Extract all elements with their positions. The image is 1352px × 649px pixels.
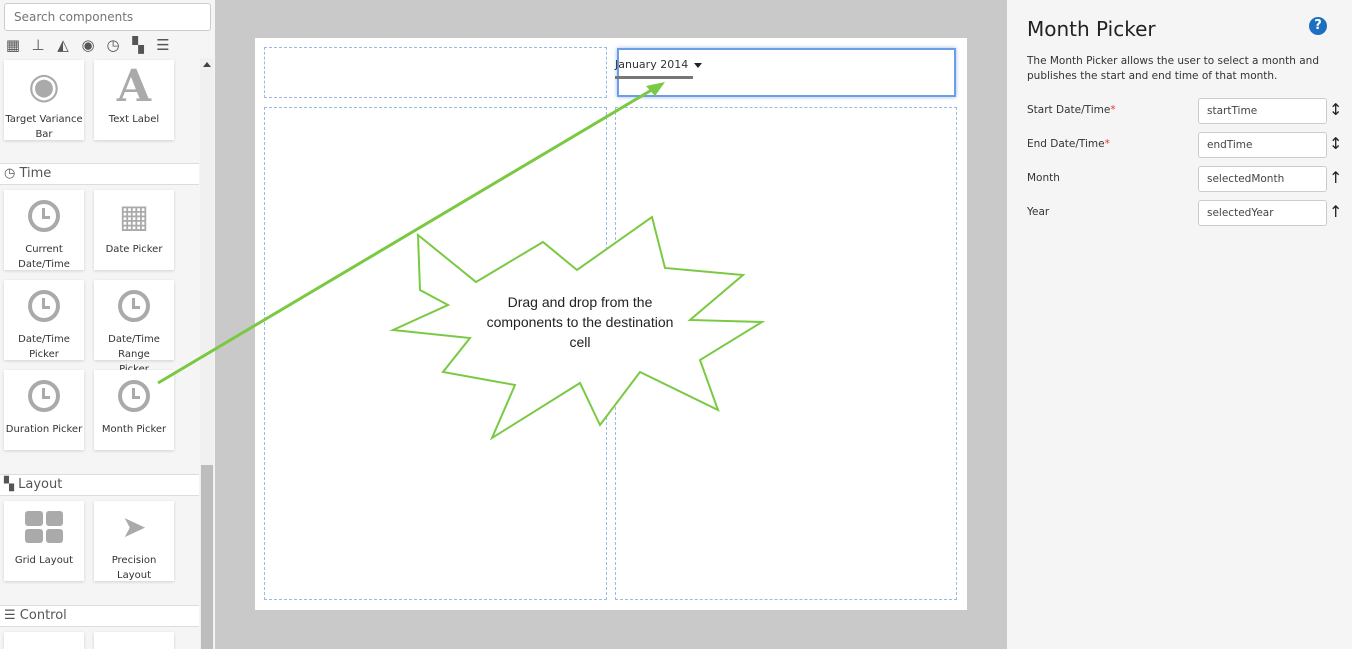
end-time-input[interactable]: [1198, 132, 1327, 158]
label-text: Year: [1027, 206, 1050, 218]
field-month: Month ↑: [1027, 166, 1347, 192]
help-icon[interactable]: ?: [1309, 17, 1327, 35]
field-label: End Date/Time*: [1027, 138, 1110, 150]
output-arrow-icon[interactable]: ↑: [1329, 168, 1342, 187]
required-marker: *: [1110, 104, 1116, 116]
arrow-head-icon: [646, 82, 665, 96]
field-end-datetime: End Date/Time* ↕: [1027, 132, 1347, 158]
bidirectional-arrow-icon[interactable]: ↕: [1329, 100, 1342, 119]
month-input[interactable]: [1198, 166, 1327, 192]
field-label: Start Date/Time*: [1027, 104, 1116, 116]
year-input[interactable]: [1198, 200, 1327, 226]
field-label: Month: [1027, 172, 1060, 184]
properties-panel: Month Picker ? The Month Picker allows t…: [1007, 0, 1352, 649]
label-text: End Date/Time: [1027, 138, 1105, 150]
field-label: Year: [1027, 206, 1049, 218]
bidirectional-arrow-icon[interactable]: ↕: [1329, 134, 1342, 153]
start-time-input[interactable]: [1198, 98, 1327, 124]
panel-title: Month Picker: [1027, 17, 1156, 41]
label-text: Month: [1027, 172, 1060, 184]
required-marker: *: [1104, 138, 1110, 150]
label-text: Start Date/Time: [1027, 104, 1111, 116]
field-start-datetime: Start Date/Time* ↕: [1027, 98, 1347, 124]
output-arrow-icon[interactable]: ↑: [1329, 202, 1342, 221]
field-year: Year ↑: [1027, 200, 1347, 226]
panel-description: The Month Picker allows the user to sele…: [1027, 55, 1319, 82]
callout-text: Drag and drop from the components to the…: [486, 294, 674, 350]
